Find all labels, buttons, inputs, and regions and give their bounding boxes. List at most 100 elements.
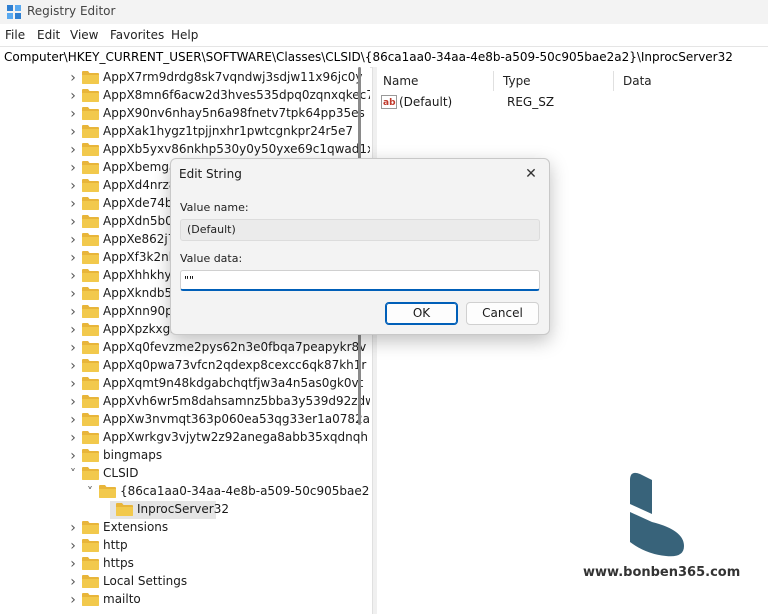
tree-item-label: CLSID bbox=[103, 466, 139, 480]
tree-item[interactable]: InprocServer32 bbox=[0, 501, 360, 519]
column-divider[interactable] bbox=[613, 71, 614, 91]
folder-icon bbox=[82, 341, 99, 354]
tree-item-label: AppX8mn6f6acw2d3hves535dpq0zqnxqkec7 bbox=[103, 88, 370, 102]
tree-item-label: Extensions bbox=[103, 520, 169, 534]
folder-icon bbox=[82, 107, 99, 120]
chevron-right-icon[interactable]: › bbox=[68, 177, 78, 195]
tree-item-label: {86ca1aa0-34aa-4e8b-a509-50c905bae2a2} bbox=[120, 484, 370, 498]
value-name: (Default) bbox=[399, 95, 453, 109]
folder-icon bbox=[82, 575, 99, 588]
folder-icon bbox=[82, 413, 99, 426]
values-pane[interactable]: Name Type Data ab (Default) REG_SZ bbox=[377, 67, 768, 614]
chevron-right-icon[interactable]: › bbox=[68, 231, 78, 249]
tree-item-label: AppXq0pwa73vfcn2qdexp8cexcc6qk87kh1r bbox=[103, 358, 367, 372]
tree-item[interactable]: › http bbox=[0, 537, 360, 555]
tree-item[interactable]: › AppXqmt9n48kdgabchqtfjw3a4n5as0gk0vt bbox=[0, 375, 363, 393]
tree-item[interactable]: › bingmaps bbox=[0, 447, 360, 465]
tree-item[interactable]: › AppXw3nvmqt363p060ea53qg33er1a0782a8 bbox=[0, 411, 370, 429]
menu-view[interactable]: View bbox=[70, 28, 98, 42]
address-path[interactable]: Computer\HKEY_CURRENT_USER\SOFTWARE\Clas… bbox=[4, 50, 733, 64]
tree-item[interactable]: › Local Settings bbox=[0, 573, 360, 591]
tree-item[interactable]: › AppXb5yxv86nkhp530y0y50yxe69c1qwad1x bbox=[0, 141, 370, 159]
chevron-right-icon[interactable]: › bbox=[68, 87, 78, 105]
chevron-right-icon[interactable]: › bbox=[68, 591, 78, 609]
chevron-right-icon[interactable]: › bbox=[68, 159, 78, 177]
folder-icon bbox=[82, 89, 99, 102]
address-bar[interactable]: Computer\HKEY_CURRENT_USER\SOFTWARE\Clas… bbox=[0, 46, 768, 68]
chevron-right-icon[interactable]: › bbox=[68, 555, 78, 573]
chevron-right-icon[interactable]: › bbox=[68, 69, 78, 87]
title-bar: Registry Editor bbox=[0, 0, 768, 24]
tree-item[interactable]: › AppXq0fevzme2pys62n3e0fbqa7peapykr8v bbox=[0, 339, 366, 357]
value-name-text: (Default) bbox=[187, 223, 236, 236]
folder-icon bbox=[82, 359, 99, 372]
tree-item[interactable]: › AppXvh6wr5m8dahsamnz5bba3y539d92zdw0 bbox=[0, 393, 370, 411]
tree-item[interactable]: › AppXwrkgv3vjytw2z92anega8abb35xqdnqh bbox=[0, 429, 368, 447]
chevron-right-icon[interactable]: › bbox=[68, 573, 78, 591]
chevron-right-icon[interactable]: › bbox=[68, 447, 78, 465]
value-name-label: Value name: bbox=[180, 201, 249, 214]
chevron-right-icon[interactable]: › bbox=[68, 123, 78, 141]
tree-item[interactable]: › https bbox=[0, 555, 360, 573]
menu-file[interactable]: File bbox=[5, 28, 25, 42]
chevron-right-icon[interactable]: › bbox=[68, 141, 78, 159]
cancel-button[interactable]: Cancel bbox=[466, 302, 539, 325]
tree-item-label: InprocServer32 bbox=[137, 502, 229, 516]
tree-scrollbar[interactable] bbox=[356, 67, 364, 614]
column-divider[interactable] bbox=[493, 71, 494, 91]
tree-item[interactable]: › AppXak1hygz1tpjjnxhr1pwtcgnkpr24r5e7 bbox=[0, 123, 360, 141]
tree-item[interactable]: › Extensions bbox=[0, 519, 360, 537]
chevron-right-icon[interactable]: › bbox=[68, 249, 78, 267]
folder-icon bbox=[82, 251, 99, 264]
value-data-input[interactable] bbox=[180, 270, 540, 291]
folder-icon bbox=[82, 269, 99, 282]
tree-item-label: AppXkndb5x bbox=[103, 286, 180, 300]
menu-help[interactable]: Help bbox=[171, 28, 198, 42]
folder-icon bbox=[82, 305, 99, 318]
ok-button[interactable]: OK bbox=[385, 302, 458, 325]
tree-item[interactable]: › AppX8mn6f6acw2d3hves535dpq0zqnxqkec7 bbox=[0, 87, 370, 105]
chevron-right-icon[interactable]: › bbox=[68, 195, 78, 213]
chevron-right-icon[interactable]: › bbox=[68, 285, 78, 303]
chevron-right-icon[interactable]: › bbox=[68, 105, 78, 123]
column-header-data[interactable]: Data bbox=[623, 74, 652, 88]
chevron-down-icon[interactable]: ˅ bbox=[85, 483, 95, 501]
folder-icon bbox=[82, 233, 99, 246]
folder-icon bbox=[82, 395, 99, 408]
column-header-name[interactable]: Name bbox=[383, 74, 418, 88]
chevron-down-icon[interactable]: ˅ bbox=[68, 465, 78, 483]
tree-item[interactable]: ˅ {86ca1aa0-34aa-4e8b-a509-50c905bae2a2} bbox=[0, 483, 370, 501]
watermark-text: www.bonben365.com bbox=[583, 565, 741, 580]
menu-favorites[interactable]: Favorites bbox=[110, 28, 164, 42]
key-tree[interactable]: › AppX7rm9drdg8sk7vqndwj3sdjw11x96jc0y › Ap… bbox=[0, 67, 370, 614]
chevron-right-icon[interactable]: › bbox=[68, 213, 78, 231]
value-row[interactable]: ab (Default) REG_SZ bbox=[381, 94, 761, 112]
dialog-title: Edit String bbox=[179, 167, 242, 181]
tree-item[interactable]: › AppXq0pwa73vfcn2qdexp8cexcc6qk87kh1r bbox=[0, 357, 366, 375]
chevron-right-icon[interactable]: › bbox=[68, 411, 78, 429]
chevron-right-icon[interactable]: › bbox=[68, 267, 78, 285]
close-icon[interactable]: ✕ bbox=[521, 164, 541, 184]
tree-item-label: AppXvh6wr5m8dahsamnz5bba3y539d92zdw0 bbox=[103, 394, 370, 408]
folder-icon bbox=[82, 449, 99, 462]
chevron-right-icon[interactable]: › bbox=[68, 339, 78, 357]
menu-edit[interactable]: Edit bbox=[37, 28, 60, 42]
tree-item[interactable]: ˅ CLSID bbox=[0, 465, 360, 483]
column-header-type[interactable]: Type bbox=[503, 74, 531, 88]
chevron-right-icon[interactable]: › bbox=[68, 393, 78, 411]
folder-icon bbox=[82, 197, 99, 210]
tree-item-label: AppXb5yxv86nkhp530y0y50yxe69c1qwad1x bbox=[103, 142, 370, 156]
tree-item[interactable]: › AppX7rm9drdg8sk7vqndwj3sdjw11x96jc0y bbox=[0, 69, 362, 87]
chevron-right-icon[interactable]: › bbox=[68, 429, 78, 447]
chevron-right-icon[interactable]: › bbox=[68, 303, 78, 321]
tree-item[interactable]: › AppX90nv6nhay5n6a98fnetv7tpk64pp35es bbox=[0, 105, 365, 123]
string-value-icon: ab bbox=[381, 95, 397, 109]
tree-item-label: AppXdn5b0j bbox=[103, 214, 177, 228]
folder-icon bbox=[82, 71, 99, 84]
chevron-right-icon[interactable]: › bbox=[68, 519, 78, 537]
chevron-right-icon[interactable]: › bbox=[68, 357, 78, 375]
chevron-right-icon[interactable]: › bbox=[68, 321, 78, 339]
chevron-right-icon[interactable]: › bbox=[68, 375, 78, 393]
tree-item[interactable]: › mailto bbox=[0, 591, 360, 609]
chevron-right-icon[interactable]: › bbox=[68, 537, 78, 555]
